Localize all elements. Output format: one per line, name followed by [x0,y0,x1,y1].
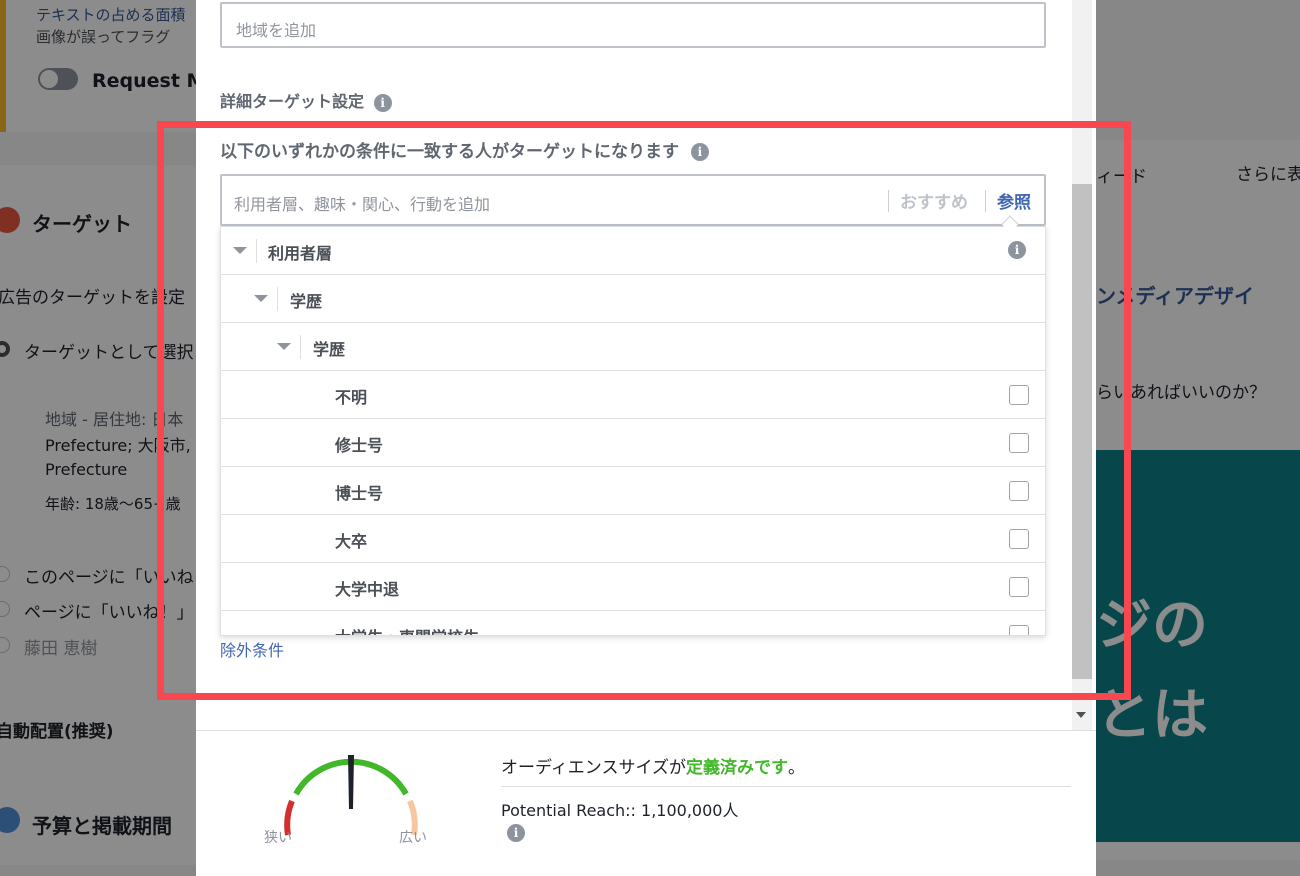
divider [501,786,1071,787]
warning-text-line2: 画像が誤ってフラグ [36,28,171,46]
location-line2: Prefecture; 大阪市, [45,436,191,455]
region-input-placeholder: 地域を追加 [236,21,317,40]
tree-row-demographics[interactable]: 利用者層 i [221,227,1045,275]
divider [888,190,889,212]
audience-prefix: オーディエンスサイズが [501,758,686,778]
tree-item[interactable]: 不明 [221,371,1045,419]
like-page-radio[interactable] [0,566,10,582]
gauge-narrow-label: 狭い [264,830,292,846]
right-image-text2: とは [1096,683,1208,748]
right-nav-feed[interactable]: ィード [1096,162,1147,187]
request-toggle[interactable] [38,68,78,90]
page-like-radio[interactable] [0,601,10,617]
location-line1: 地域 - 居住地: 日本 [45,410,184,429]
tree-item-label: 大卒 [335,532,368,551]
tree-row-education-level[interactable]: 学歴 [221,323,1045,371]
auto-placement-label: 自動配置(推奨) [0,722,114,742]
detailed-targeting-input[interactable]: 利用者層、趣味・関心、行動を追加 おすすめ 参照 [220,174,1046,226]
budget-section-title: 予算と掲載期間 [32,814,172,838]
age-line: 年齢: 18歳〜65+歳 [45,495,181,513]
detailed-targeting-label: 詳細ターゲット設定 i [220,88,392,112]
target-option-radio[interactable] [0,341,10,357]
tree-label-demographics: 利用者層 [268,244,333,263]
potential-reach: Potential Reach:: 1,100,000人 [501,801,739,820]
right-image-text1: ジの [1096,593,1208,658]
browse-dropdown: 利用者層 i 学歴 学歴 不明 修士号 博士号 大卒 大学中退 [220,226,1046,636]
suggestions-button[interactable]: おすすめ [900,188,968,213]
checkbox-icon[interactable] [1009,577,1029,597]
audience-size-footer: 狭い 広い オーディエンスサイズが定義済みです。 Potential Reach… [196,730,1096,876]
triangle-down-icon[interactable] [277,343,291,350]
checkbox-icon[interactable] [1009,481,1029,501]
region-input[interactable]: 地域を追加 [220,2,1046,48]
tree-item-label: 不明 [335,388,368,407]
match-condition-label: 以下のいずれかの条件に一致する人がターゲットになります i [220,137,709,162]
browse-button[interactable]: 参照 [997,188,1031,213]
gauge-needle [348,755,354,809]
tree-item-label: 大学中退 [335,580,400,599]
tree-item[interactable]: 博士号 [221,467,1045,515]
tree-item[interactable]: 大学生・専門学校生 [221,611,1045,635]
target-option-label: ターゲットとして選択 [24,343,194,363]
target-section-title: ターゲット [32,212,132,236]
modal-scroll-area: 地域を追加 詳細ターゲット設定 i 以下のいずれかの条件に一致する人がターゲット… [196,0,1096,730]
gauge-wide-label: 広い [399,830,427,846]
divider [256,239,257,263]
info-icon[interactable]: i [690,143,709,161]
triangle-down-icon[interactable] [233,247,247,254]
target-section-icon [0,207,20,233]
scrollbar-thumb[interactable] [1072,184,1092,679]
tree-item-label: 博士号 [335,484,384,503]
custom-audience-option: 藤田 恵樹 [24,639,98,659]
checkbox-icon[interactable] [1009,625,1029,635]
tree-label-education: 学歴 [290,292,323,311]
right-article-image: ジの とは [1096,450,1300,842]
audience-size-text: オーディエンスサイズが定義済みです。 [501,753,805,778]
audience-suffix: 。 [787,758,805,778]
budget-section-icon [0,807,20,833]
warning-card: テキストの占める面積 画像が誤ってフラグ Request Ma [0,0,218,132]
info-icon[interactable]: i [1008,241,1026,259]
detailed-targeting-text: 詳細ターゲット設定 [220,92,365,111]
audience-defined-status: 定義済みです [685,758,788,778]
targeting-input-placeholder: 利用者層、趣味・関心、行動を追加 [234,195,491,214]
scroll-down-arrow-icon[interactable] [1076,712,1086,718]
right-nav-more[interactable]: さらに表 [1236,160,1300,185]
exclude-link[interactable]: 除外条件 [220,637,284,661]
tree-label-education-level: 学歴 [313,340,346,359]
like-page-option: このページに「いいね [24,568,194,588]
match-condition-text: 以下のいずれかの条件に一致する人がターゲットになります [220,142,679,162]
right-article-title[interactable]: ンメディアデザイ [1096,280,1254,309]
location-line3: Prefecture [45,460,128,479]
tree-item[interactable]: 大学中退 [221,563,1045,611]
tree-item[interactable]: 大卒 [221,515,1045,563]
checkbox-icon[interactable] [1009,433,1029,453]
warning-text-line1: テキストの占める面積 [36,6,186,24]
divider [300,335,301,359]
tree-item-label: 修士号 [335,436,384,455]
info-icon[interactable]: i [373,93,392,112]
target-description: 広告のターゲットを設定 [0,288,185,308]
triangle-down-icon[interactable] [254,295,268,302]
left-settings-panel: ターゲット 広告のターゲットを設定 ターゲットとして選択 地域 - 居住地: 日… [0,165,200,865]
tree-row-education[interactable]: 学歴 [221,275,1045,323]
divider [985,190,986,212]
divider [277,287,278,311]
page-like-option: ページに「いいね！」 [24,603,194,623]
tree-item[interactable]: 修士号 [221,419,1045,467]
audience-modal: 地域を追加 詳細ターゲット設定 i 以下のいずれかの条件に一致する人がターゲット… [196,0,1096,876]
checkbox-icon[interactable] [1009,529,1029,549]
right-article-sub: らいあればいいのか？ [1096,383,1266,403]
custom-audience-radio[interactable] [0,637,10,653]
checkbox-icon[interactable] [1009,385,1029,405]
tree-item-label: 大学生・専門学校生 [335,624,479,635]
info-icon[interactable]: i [507,824,525,842]
